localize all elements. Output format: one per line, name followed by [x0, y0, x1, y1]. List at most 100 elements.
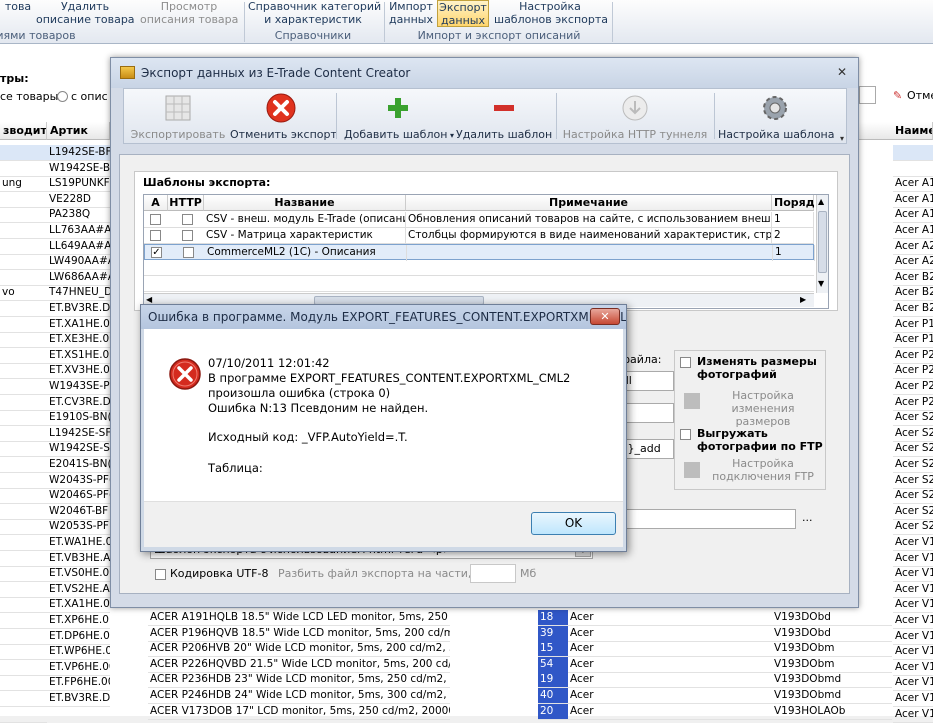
- table-cell: ET.XS1HE.00: [47, 348, 110, 364]
- resize-settings-button[interactable]: Настройка изменения размеров: [703, 389, 823, 428]
- scroll-thumb-vertical[interactable]: [818, 211, 827, 273]
- scroll-up-icon[interactable]: ▲: [818, 197, 824, 206]
- ok-button[interactable]: OK: [531, 512, 616, 535]
- resize-photos-checkbox[interactable]: [680, 357, 691, 368]
- table-cell: 54: [538, 656, 568, 673]
- toolbar-overflow-icon[interactable]: ▾: [840, 134, 844, 143]
- export-data-button[interactable]: Экспорт данных: [437, 0, 489, 27]
- import-data-button[interactable]: Импорт данных: [388, 0, 434, 26]
- scroll-left-icon[interactable]: ◀: [146, 295, 152, 304]
- table-cell: 18: [538, 610, 568, 626]
- resize-settings-icon[interactable]: [684, 393, 700, 409]
- table-cell: Acer P2: [893, 348, 933, 364]
- browse-button[interactable]: ...: [802, 511, 813, 524]
- column-header-active[interactable]: А: [144, 195, 168, 211]
- table-cell: ET.VB3HE.A0: [47, 551, 110, 567]
- table-cell: [0, 363, 47, 380]
- http-tunnel-settings-button[interactable]: Настройка HTTP туннеля: [560, 92, 710, 141]
- error-message: Ошибка N:13 Псевдоним не найден.: [208, 401, 429, 415]
- table-cell: [0, 348, 47, 364]
- table-cell: ET.XA1HE.0: [47, 317, 110, 333]
- table-cell: Acer S2: [893, 426, 933, 442]
- column-header-title[interactable]: Название: [204, 195, 406, 211]
- error-module-line: В программе EXPORT_FEATURES_CONTENT.EXPO…: [208, 371, 571, 385]
- table-cell: Acer B2: [893, 270, 933, 286]
- export-path-field[interactable]: [608, 509, 796, 529]
- template-row[interactable]: ✓ CommerceML2 (1C) - Описания 1: [144, 244, 815, 261]
- table-cell: [0, 145, 47, 161]
- ftp-settings-button[interactable]: Настройка подключения FTP: [703, 457, 823, 483]
- table-cell: [0, 457, 47, 473]
- close-icon[interactable]: ✕: [834, 65, 850, 79]
- radio-all-products[interactable]: се товары: [0, 90, 58, 103]
- active-checkbox[interactable]: [150, 214, 161, 225]
- utf8-checkbox[interactable]: [155, 569, 166, 580]
- ribbon-button-0[interactable]: това: [0, 0, 40, 13]
- split-size-field[interactable]: [470, 564, 516, 583]
- table-cell: ACER P196HQVB 18.5" Wide LCD monitor, 5m…: [148, 626, 450, 642]
- export-templates-button[interactable]: Настройка шаблонов экспорта: [494, 0, 608, 26]
- export-button[interactable]: Экспортировать: [130, 92, 226, 141]
- table-cell: V193DObd: [772, 610, 892, 626]
- ftp-upload-label: Выгружать фотографии по FTP: [697, 427, 823, 453]
- table-cell: Acer: [568, 672, 772, 689]
- table-cell: Acer A2: [893, 254, 933, 271]
- cancel-export-button[interactable]: Отменить экспорт: [230, 92, 337, 141]
- table-cell: L1942SE-BF: [47, 145, 110, 161]
- table-cell: Acer V1: [893, 644, 933, 661]
- delete-description-button[interactable]: Удалить описание товара: [36, 0, 135, 26]
- split-label: Разбить файл экспорта на части, по:: [278, 567, 493, 580]
- table-cell: Acer A2: [893, 239, 933, 255]
- active-checkbox[interactable]: [150, 230, 161, 241]
- table-cell: T47HNEU_DI: [47, 285, 110, 302]
- column-header-http[interactable]: HTTP: [168, 195, 204, 211]
- template-row[interactable]: CSV - Матрица характеристик Столбцы форми…: [144, 228, 814, 244]
- toolbar-separator: [714, 93, 715, 139]
- close-icon[interactable]: ✕: [590, 308, 620, 325]
- cancel-filter-icon[interactable]: ✎: [893, 89, 902, 102]
- vertical-scrollbar[interactable]: ▲ ▼: [816, 195, 828, 293]
- templates-group: Шаблоны экспорта: А HTTP Название Примеч…: [134, 171, 838, 311]
- error-icon: [169, 358, 201, 390]
- search-box[interactable]: [859, 86, 876, 104]
- table-cell: [0, 192, 47, 208]
- column-header-order[interactable]: Поряд: [772, 195, 815, 211]
- template-settings-button[interactable]: Настройка шаблона: [718, 92, 835, 141]
- table-cell: ET.XV3HE.02: [47, 363, 110, 380]
- active-checkbox[interactable]: ✓: [151, 247, 162, 258]
- column-header-note[interactable]: Примечание: [406, 195, 772, 211]
- column-header-manufacturer[interactable]: зводите: [0, 122, 47, 140]
- http-checkbox[interactable]: [182, 214, 193, 225]
- category-directory-button[interactable]: Справочник категорий и характеристик: [248, 0, 381, 26]
- ribbon-group-label: Справочники: [274, 29, 352, 42]
- table-cell: [0, 504, 47, 520]
- http-checkbox[interactable]: [183, 247, 194, 258]
- export-dialog-titlebar: Экспорт данных из E-Trade Content Creato…: [111, 58, 858, 88]
- radio-description[interactable]: [57, 91, 68, 102]
- ftp-settings-icon[interactable]: [684, 462, 700, 478]
- utf8-label: Кодировка UTF-8: [170, 567, 269, 580]
- ribbon-separator: [244, 2, 245, 42]
- table-cell: V193DObmd: [772, 672, 892, 689]
- split-unit-label: Мб: [520, 567, 537, 580]
- radio-description-label: с опис: [71, 90, 108, 103]
- table-cell: [0, 332, 47, 349]
- scroll-right-icon[interactable]: ▶: [800, 295, 806, 304]
- error-dialog-footer: OK: [144, 501, 623, 547]
- column-header-name[interactable]: Наимен: [859, 122, 933, 140]
- scroll-down-icon[interactable]: ▼: [818, 279, 824, 288]
- table-cell: Acer A1: [893, 223, 933, 239]
- add-template-button[interactable]: Добавить шаблон ▾: [344, 92, 454, 141]
- column-header-article[interactable]: Артик: [47, 122, 110, 140]
- view-description-button[interactable]: Просмотр описания товара: [140, 0, 238, 26]
- delete-template-button[interactable]: Удалить шаблон: [456, 92, 552, 141]
- table-cell: W1943SE-PF: [47, 379, 110, 395]
- ftp-upload-checkbox[interactable]: [680, 429, 691, 440]
- table-cell: [0, 426, 47, 442]
- table-cell: Acer V1: [893, 551, 933, 567]
- http-checkbox[interactable]: [182, 230, 193, 241]
- table-cell: Acer: [568, 688, 772, 704]
- table-cell: V193HOLAOb: [772, 704, 892, 720]
- table-cell: Acer V1: [893, 675, 933, 692]
- template-row[interactable]: CSV - внеш. модуль E-Trade (описания) Обн…: [144, 212, 814, 228]
